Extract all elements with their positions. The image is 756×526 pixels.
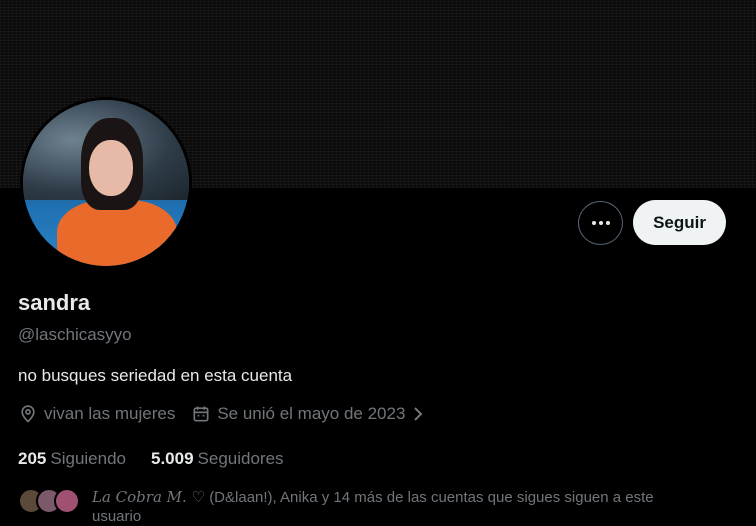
profile-handle: @laschicasyyo (18, 325, 132, 344)
mutual-avatars (18, 488, 80, 516)
following-link[interactable]: 205 Siguiendo (18, 449, 126, 469)
profile-location: vivan las mujeres (18, 404, 175, 424)
avatar-photo (23, 100, 189, 266)
mutual-name-1: La Cobra M. ♡ (92, 488, 206, 506)
calendar-icon (191, 404, 211, 424)
chevron-right-icon (411, 406, 425, 422)
profile-actions: Seguir (578, 200, 726, 245)
profile-avatar[interactable] (20, 97, 192, 269)
followers-count: 5.009 (151, 449, 194, 468)
followers-you-know-text: La Cobra M. ♡ (D&laan!), Anika y 14 más … (92, 488, 702, 526)
joined-text: Se unió el mayo de 2023 (217, 404, 406, 423)
avatar (54, 488, 80, 514)
profile-bio: no busques seriedad en esta cuenta (18, 366, 293, 385)
followers-link[interactable]: 5.009 Seguidores (151, 449, 284, 469)
following-count: 205 (18, 449, 47, 468)
following-label: Siguiendo (50, 449, 126, 468)
followers-you-know[interactable]: La Cobra M. ♡ (D&laan!), Anika y 14 más … (18, 488, 702, 526)
location-text: vivan las mujeres (44, 404, 176, 423)
profile-stats: 205 Siguiendo 5.009 Seguidores (18, 449, 309, 469)
profile-joined-date[interactable]: Se unió el mayo de 2023 (191, 404, 425, 424)
mutual-name-2: (D&laan!) (209, 489, 273, 506)
location-pin-icon (18, 404, 38, 424)
more-horizontal-icon (591, 220, 610, 225)
profile-name: sandra (18, 290, 91, 315)
profile-meta: vivan las mujeres Se unió el mayo de 202… (18, 404, 425, 424)
followers-label: Seguidores (197, 449, 284, 468)
more-options-button[interactable] (578, 200, 624, 245)
follow-button[interactable]: Seguir (633, 200, 726, 245)
